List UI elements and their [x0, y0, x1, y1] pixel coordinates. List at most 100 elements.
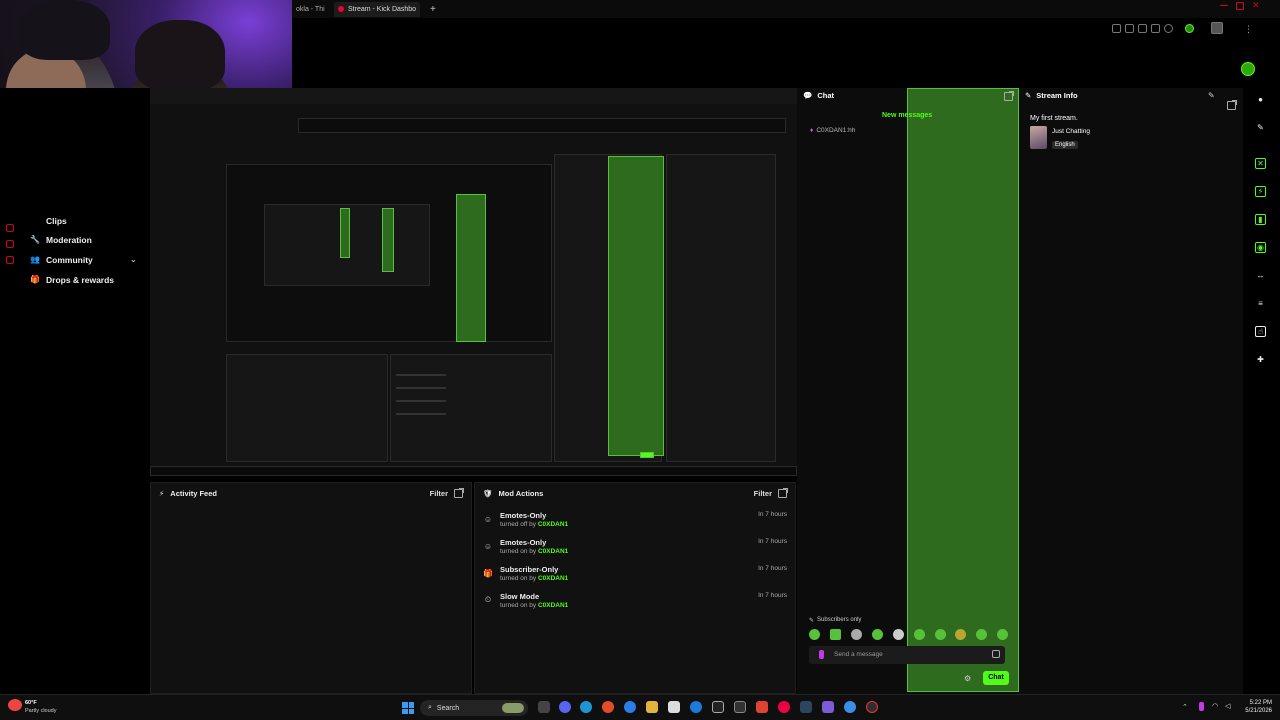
link-icon[interactable]: ↔: [1255, 270, 1266, 281]
chat-message-user[interactable]: C0XDAN1:hh: [816, 127, 855, 134]
emote-picker-icon[interactable]: [992, 650, 1000, 658]
extension-icon[interactable]: [1112, 24, 1121, 33]
browser-icon[interactable]: [602, 701, 614, 713]
taskbar-search[interactable]: ⌕ Search: [420, 700, 528, 716]
emote-icon[interactable]: [997, 629, 1008, 640]
mod-action-user[interactable]: C0XDAN1: [538, 548, 568, 555]
chevron-up-icon[interactable]: ⌃: [1182, 703, 1188, 711]
steam-icon[interactable]: [800, 701, 812, 713]
app-icon[interactable]: [778, 701, 790, 713]
obs-icon[interactable]: [866, 701, 878, 713]
maximize-icon[interactable]: [1236, 2, 1244, 10]
subscribers-only-notice: ✎ Subscribers only: [809, 617, 861, 624]
mod-action-user[interactable]: C0XDAN1: [538, 521, 568, 528]
new-messages-indicator[interactable]: New messages: [882, 112, 932, 119]
kick-avatar[interactable]: [1241, 62, 1255, 76]
shield-icon[interactable]: ▮: [1255, 214, 1266, 225]
tab-stream-dashboard[interactable]: Stream - Kick Dashbo: [334, 2, 420, 17]
panel-title: Activity Feed: [170, 488, 217, 498]
app-icon[interactable]: [844, 701, 856, 713]
app-icon[interactable]: [690, 701, 702, 713]
emote-icon[interactable]: [830, 629, 841, 640]
volume-icon[interactable]: ◁: [1225, 702, 1230, 710]
chat-bubble-icon[interactable]: ◉: [1255, 242, 1266, 253]
extension-green-icon[interactable]: [1185, 24, 1194, 33]
popout-icon[interactable]: [1227, 100, 1237, 110]
mod-action-time: In 7 hours: [758, 592, 787, 599]
list-icon[interactable]: ≡: [1255, 298, 1266, 309]
clock-date[interactable]: 5/21/2026: [1242, 708, 1272, 714]
extension-icon[interactable]: [1125, 24, 1134, 33]
emote-icon[interactable]: [851, 629, 862, 640]
sidebar-item-community[interactable]: 👥 Community ⌄: [30, 253, 137, 267]
store-icon[interactable]: [668, 701, 680, 713]
new-tab-button[interactable]: +: [426, 2, 438, 17]
profile-avatar[interactable]: [1211, 22, 1223, 34]
popout-icon[interactable]: [778, 487, 788, 498]
shield-icon[interactable]: [1138, 24, 1147, 33]
mod-action-user[interactable]: C0XDAN1: [538, 602, 568, 609]
mic-icon[interactable]: [1199, 702, 1204, 711]
emote-icon[interactable]: [976, 629, 987, 640]
emote-icon: ☺: [483, 514, 493, 524]
weather-icon[interactable]: [8, 699, 22, 711]
chat-header: 💬 Chat: [803, 91, 834, 100]
popout-icon[interactable]: [454, 487, 464, 498]
filter-button[interactable]: Filter: [430, 489, 448, 498]
slow-icon: ⏲: [484, 595, 492, 604]
mod-action-time: In 7 hours: [758, 511, 787, 518]
discord-icon[interactable]: [559, 701, 571, 713]
menu-icon[interactable]: ⋮: [1244, 24, 1253, 34]
sidebar-red-icon[interactable]: [6, 240, 14, 248]
emote-icon[interactable]: [893, 629, 904, 640]
gift-icon: 🎁: [30, 275, 40, 284]
sidebar-red-icon[interactable]: [6, 224, 14, 232]
lightning-icon[interactable]: ⚡: [1255, 186, 1266, 197]
add-widget-icon[interactable]: ✚: [1255, 354, 1266, 365]
community-icon: 👥: [30, 255, 40, 264]
emote-icon[interactable]: [914, 629, 925, 640]
edge-icon[interactable]: [624, 701, 636, 713]
file-explorer-icon[interactable]: [646, 701, 658, 713]
category-thumbnail[interactable]: [1030, 126, 1047, 149]
lightning-icon: ⚡: [159, 488, 165, 498]
emote-icon[interactable]: [809, 629, 820, 640]
search-icon: ⌕: [428, 704, 432, 711]
sidebar-item-clips[interactable]: Clips: [46, 214, 67, 228]
stream-preview: [150, 88, 797, 476]
mod-action-user[interactable]: C0XDAN1: [538, 575, 568, 582]
terminal-icon[interactable]: [734, 701, 746, 713]
emote-icon[interactable]: [872, 629, 883, 640]
stream-category[interactable]: Just Chatting: [1052, 128, 1090, 135]
task-view-icon[interactable]: [538, 701, 550, 713]
tab-inactive[interactable]: okla - Thi: [292, 2, 332, 17]
capcut-icon[interactable]: [712, 701, 724, 713]
filter-button[interactable]: Filter: [754, 489, 772, 498]
mod-action-row: ☺ Emotes-Only turned off by C0XDAN1 In 7…: [483, 511, 787, 535]
pencil-icon: ✎: [1025, 91, 1032, 100]
close-icon[interactable]: ✕: [1252, 0, 1260, 11]
app-icon[interactable]: [756, 701, 768, 713]
popout-icon[interactable]: [1004, 91, 1014, 101]
sidebar-red-icon[interactable]: [6, 256, 14, 264]
windows-start-icon[interactable]: [402, 702, 414, 714]
cursor-icon[interactable]: ☝: [1255, 326, 1266, 337]
settings-gear-icon[interactable]: ⚙: [964, 674, 971, 683]
minimize-icon[interactable]: [1220, 5, 1228, 6]
edit-icon[interactable]: ✎: [1208, 91, 1215, 100]
sidebar-item-drops-rewards[interactable]: 🎁 Drops & rewards: [30, 273, 114, 287]
chat-send-button[interactable]: Chat: [983, 671, 1009, 685]
telegram-icon[interactable]: [580, 701, 592, 713]
play-icon[interactable]: [1151, 24, 1160, 33]
clock-time[interactable]: 5:22 PM: [1246, 700, 1272, 706]
app-icon[interactable]: [822, 701, 834, 713]
sidebar-item-moderation[interactable]: 🔧 Moderation: [30, 233, 92, 247]
emote-icon[interactable]: [935, 629, 946, 640]
emote-icon[interactable]: [955, 629, 966, 640]
wifi-icon[interactable]: ◠: [1212, 702, 1218, 710]
info-icon[interactable]: ●: [1255, 94, 1266, 105]
chat-input[interactable]: Send a message: [809, 646, 1005, 664]
heart-icon[interactable]: [1164, 24, 1173, 33]
layout-icon[interactable]: ✕: [1255, 158, 1266, 169]
pencil-icon[interactable]: ✎: [1255, 122, 1266, 133]
